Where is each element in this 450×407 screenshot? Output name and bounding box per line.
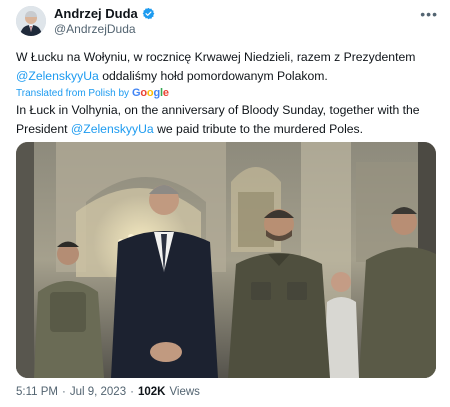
translation-attribution[interactable]: Translated from Polish by Google	[16, 87, 169, 99]
mention-link-english[interactable]: @ZelenskyyUa	[71, 122, 154, 136]
author-name[interactable]: Andrzej Duda	[54, 6, 138, 21]
author-handle[interactable]: @AndrzejDuda	[54, 22, 136, 36]
english-text-part2: we paid tribute to the murdered Poles.	[153, 122, 364, 136]
tweet-time[interactable]: 5:11 PM	[16, 386, 58, 398]
views-label: Views	[169, 386, 200, 398]
polish-text-rest: oddaliśmy hołd pomordowanym Polakom.	[98, 69, 328, 83]
translated-label: Translated from Polish by	[16, 87, 130, 99]
author-name-row[interactable]: Andrzej Duda	[54, 6, 155, 21]
tweet-text-polish: W Łucku na Wołyniu, w rocznicę Krwawej N…	[16, 48, 436, 86]
views-count: 102K	[137, 386, 166, 398]
tweet-text-english: In Łuck in Volhynia, on the anniversary …	[16, 101, 436, 139]
meta-separator: ·	[130, 386, 134, 398]
more-options-icon[interactable]: •••	[420, 6, 438, 22]
tweet-card: Andrzej Duda @AndrzejDuda ••• W Łucku na…	[0, 0, 450, 407]
mention-link-polish[interactable]: @ZelenskyyUa	[16, 69, 99, 83]
tweet-date[interactable]: Jul 9, 2023	[70, 386, 126, 398]
avatar[interactable]	[16, 6, 46, 36]
google-logo: Google	[132, 87, 169, 99]
meta-separator: ·	[61, 386, 66, 398]
tweet-meta: 5:11 PM · Jul 9, 2023 · 102K Views	[16, 386, 200, 398]
tweet-photo[interactable]	[16, 142, 436, 378]
verified-badge-icon	[142, 7, 155, 20]
polish-text-line1: W Łucku na Wołyniu, w rocznicę Krwawej N…	[16, 50, 416, 64]
